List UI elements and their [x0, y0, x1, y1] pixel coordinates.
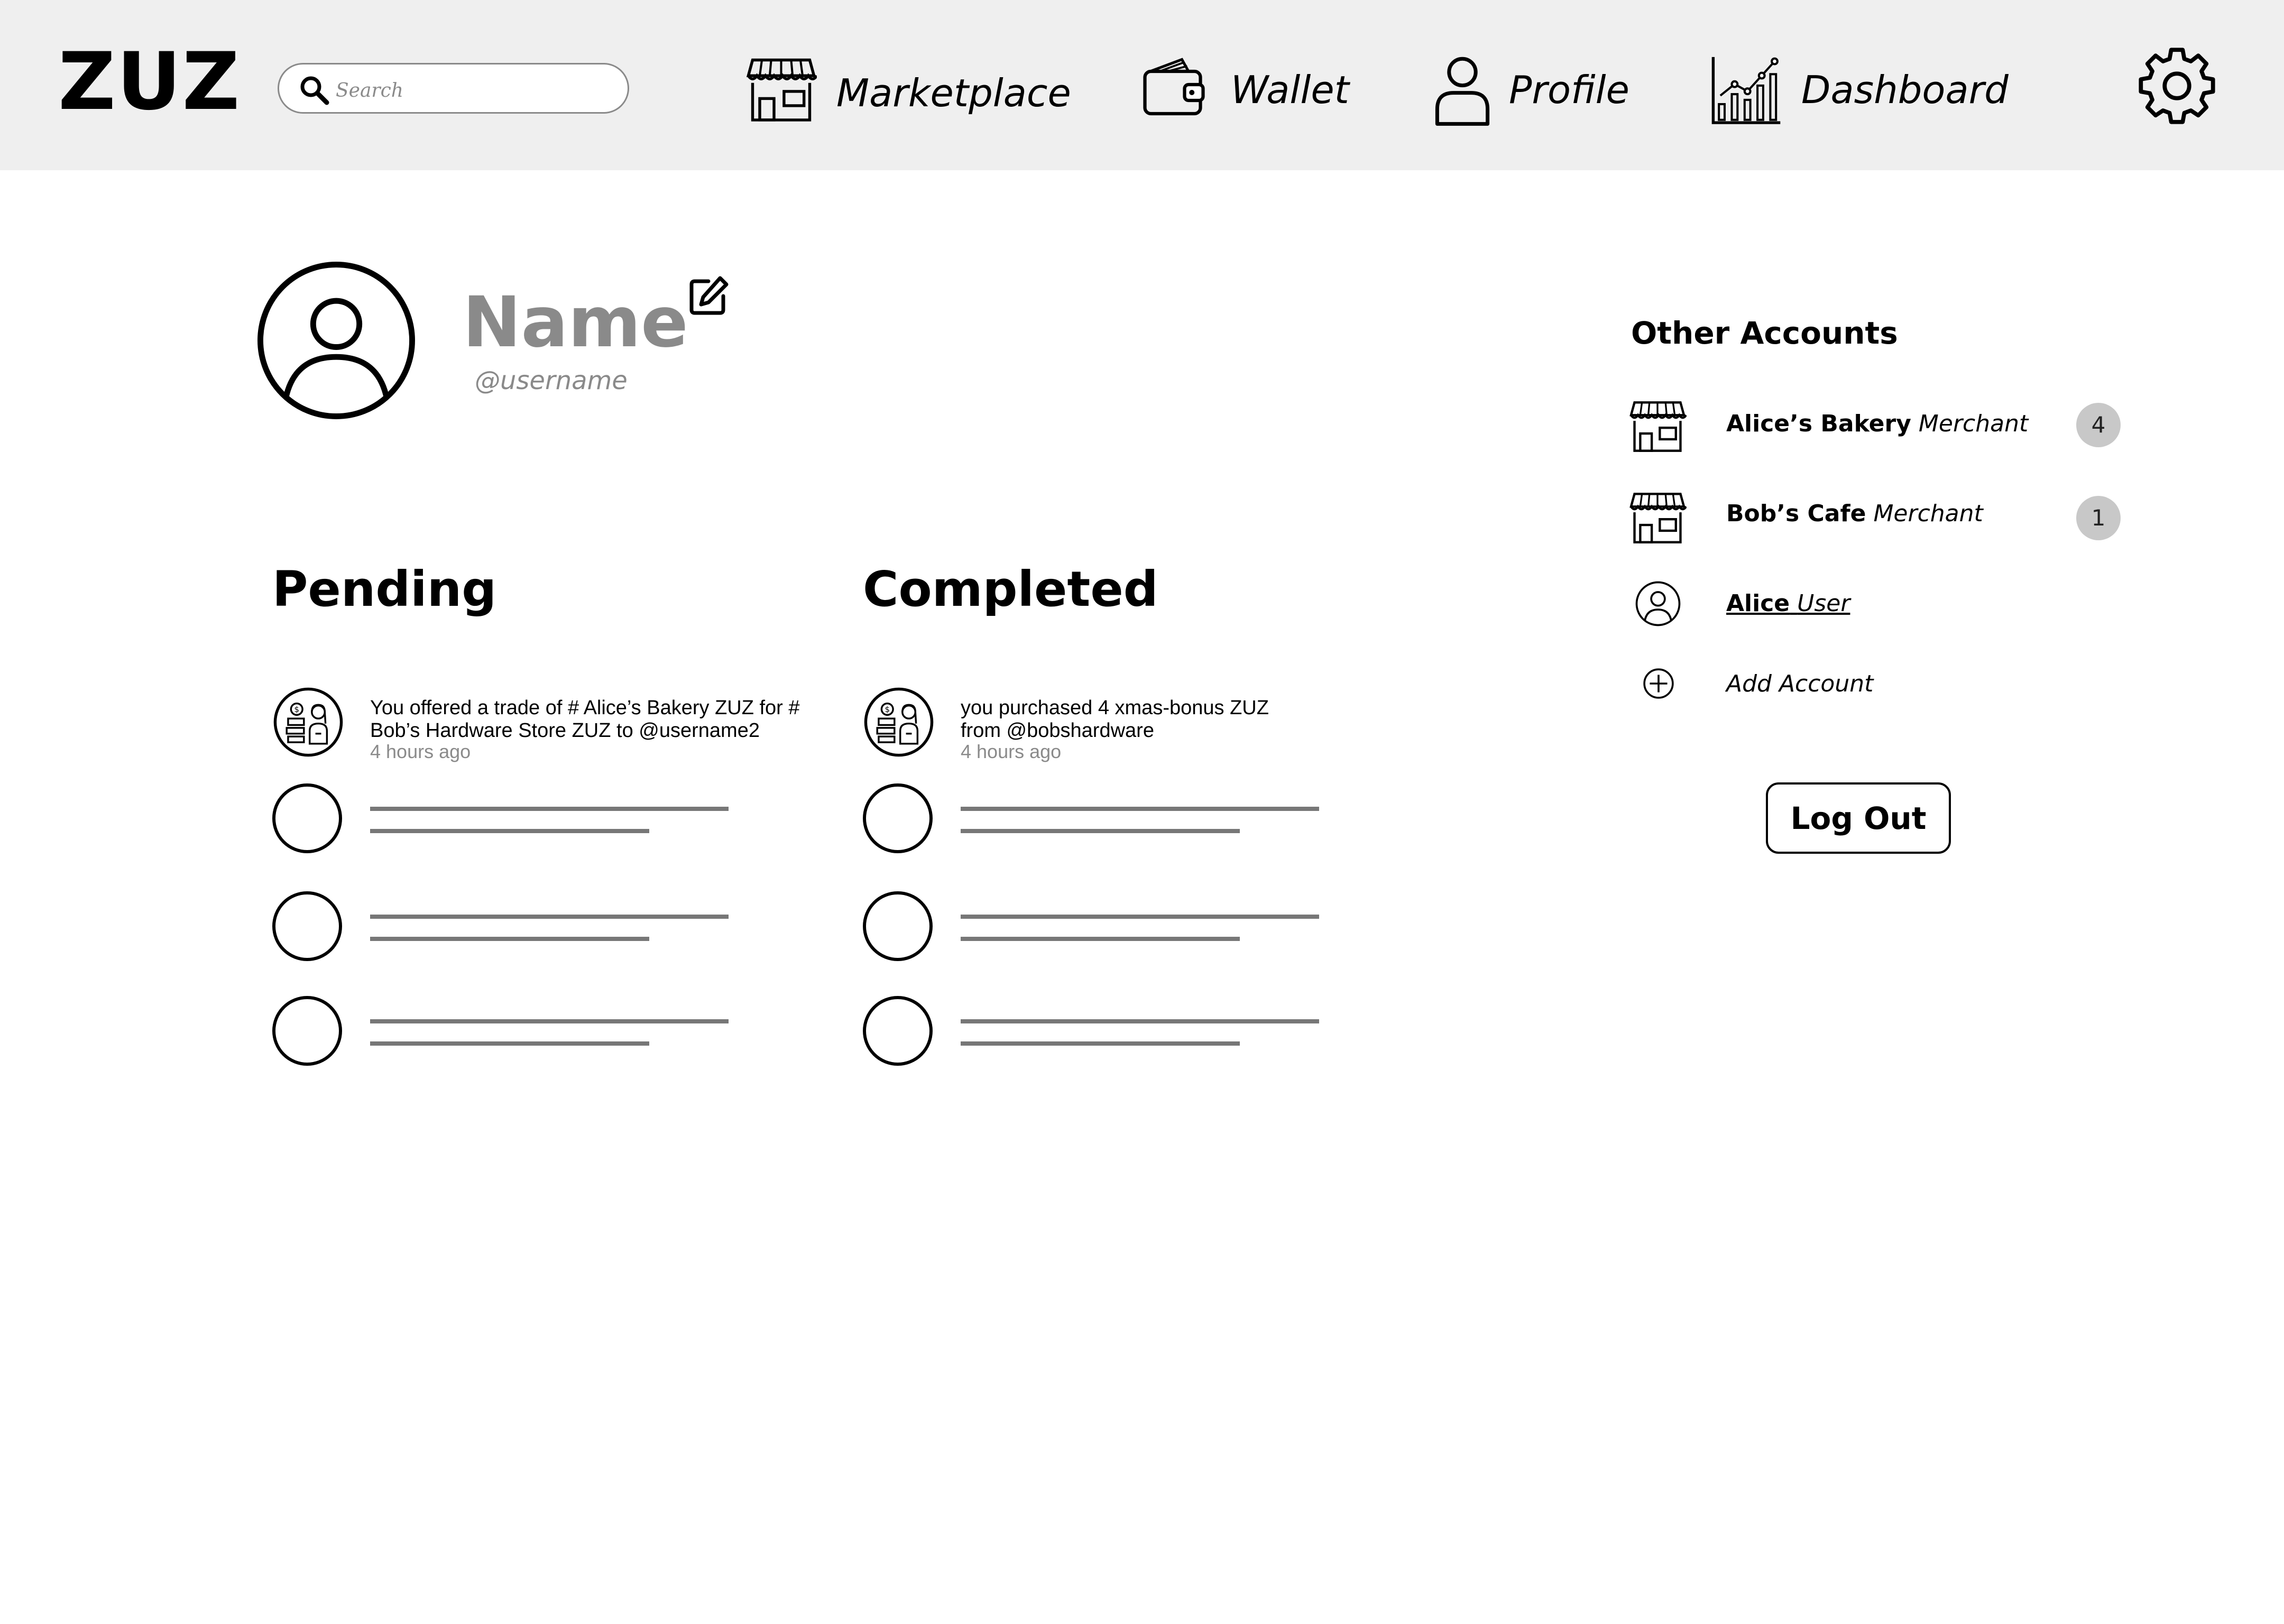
account-bobs-cafe[interactable]: Bob’s Cafe Merchant 1: [1628, 486, 2131, 550]
wallet-icon: [1143, 58, 1205, 116]
app-logo[interactable]: ZUZ: [58, 37, 241, 127]
placeholder-line: [961, 807, 1319, 811]
account-name-line: Bob’s Cafe Merchant: [1726, 498, 1983, 530]
plus-circle-icon: [1643, 668, 1674, 699]
storefront-icon: [1629, 401, 1687, 452]
placeholder-line: [370, 807, 729, 811]
pending-placeholder-row: [272, 996, 738, 1070]
nav-wallet[interactable]: Wallet: [1141, 48, 1349, 132]
placeholder-line: [370, 829, 649, 833]
account-name: Alice’s Bakery: [1726, 410, 1911, 437]
placeholder-line: [370, 937, 649, 941]
edit-icon[interactable]: [687, 275, 730, 317]
notification-badge: 4: [2076, 403, 2121, 447]
completed-heading: Completed: [863, 561, 1158, 617]
placeholder-line: [961, 937, 1240, 941]
account-alices-bakery[interactable]: Alice’s Bakery Merchant 4: [1628, 392, 2131, 456]
storefront-icon: [1629, 493, 1687, 543]
placeholder-line: [370, 915, 729, 919]
placeholder-line: [961, 915, 1319, 919]
search-icon: [300, 76, 329, 105]
user-circle-icon: [1635, 581, 1681, 626]
nav-wallet-label: Wallet: [1231, 68, 1349, 112]
gear-icon[interactable]: [2136, 45, 2218, 127]
account-type: User: [1797, 590, 1850, 617]
account-name-line: Alice User: [1726, 588, 1850, 620]
other-accounts-heading: Other Accounts: [1631, 315, 1898, 351]
pending-item-text: You offered a trade of # Alice’s Bakery …: [370, 697, 800, 742]
placeholder-line: [961, 1041, 1240, 1046]
nav-marketplace-label: Marketplace: [836, 71, 1071, 115]
placeholder-avatar: [863, 783, 933, 853]
account-type: Merchant: [1918, 410, 2029, 437]
notification-badge: 1: [2076, 496, 2121, 540]
placeholder-avatar: [863, 891, 933, 961]
completed-item-text: you purchased 4 xmas-bonus ZUZ from @bob…: [961, 697, 1269, 742]
logout-button[interactable]: Log Out: [1766, 782, 1951, 854]
svg-text:$: $: [294, 705, 299, 714]
pending-item-time: 4 hours ago: [370, 741, 471, 762]
profile-username: @username: [475, 366, 628, 395]
nav-marketplace[interactable]: Marketplace: [745, 48, 1071, 132]
completed-item[interactable]: $ you purchased 4 xmas-bonus ZUZ from @b…: [863, 686, 1444, 765]
nav-dashboard-label: Dashboard: [1801, 68, 2009, 112]
placeholder-line: [961, 829, 1240, 833]
completed-placeholder-row: [863, 783, 1328, 857]
account-name-line: Alice’s Bakery Merchant: [1726, 408, 2028, 440]
placeholder-line: [370, 1019, 729, 1023]
nav-profile-label: Profile: [1509, 68, 1629, 112]
pending-placeholder-row: [272, 891, 738, 965]
placeholder-avatar: [272, 996, 342, 1066]
profile-name: Name: [463, 282, 688, 363]
account-type: Merchant: [1873, 500, 1983, 527]
search-input[interactable]: [335, 74, 612, 107]
nav-dashboard[interactable]: Dashboard: [1710, 48, 2009, 132]
account-alice[interactable]: Alice User: [1628, 576, 2131, 640]
bar-chart-icon: [1711, 57, 1781, 124]
trade-avatar-icon: $: [273, 687, 343, 757]
placeholder-avatar: [272, 891, 342, 961]
placeholder-avatar: [272, 783, 342, 853]
completed-placeholder-row: [863, 996, 1328, 1070]
placeholder-avatar: [863, 996, 933, 1066]
pending-placeholder-row: [272, 783, 738, 857]
placeholder-line: [961, 1019, 1319, 1023]
search-box[interactable]: [278, 63, 629, 114]
trade-avatar-icon: $: [864, 687, 934, 757]
storefront-icon: [746, 58, 817, 122]
pending-heading: Pending: [272, 561, 497, 617]
svg-text:$: $: [885, 705, 890, 714]
person-icon: [1435, 57, 1490, 126]
add-account-button[interactable]: Add Account: [1628, 661, 2131, 724]
completed-placeholder-row: [863, 891, 1328, 965]
profile-avatar[interactable]: [254, 258, 419, 423]
nav-profile[interactable]: Profile: [1433, 48, 1629, 132]
completed-item-time: 4 hours ago: [961, 741, 1062, 762]
placeholder-line: [370, 1041, 649, 1046]
add-account-label: Add Account: [1726, 670, 1874, 697]
account-name: Alice: [1726, 590, 1790, 617]
pending-item[interactable]: $ You offered a trade of # Alice’s Baker…: [272, 686, 854, 765]
account-name: Bob’s Cafe: [1726, 500, 1866, 527]
